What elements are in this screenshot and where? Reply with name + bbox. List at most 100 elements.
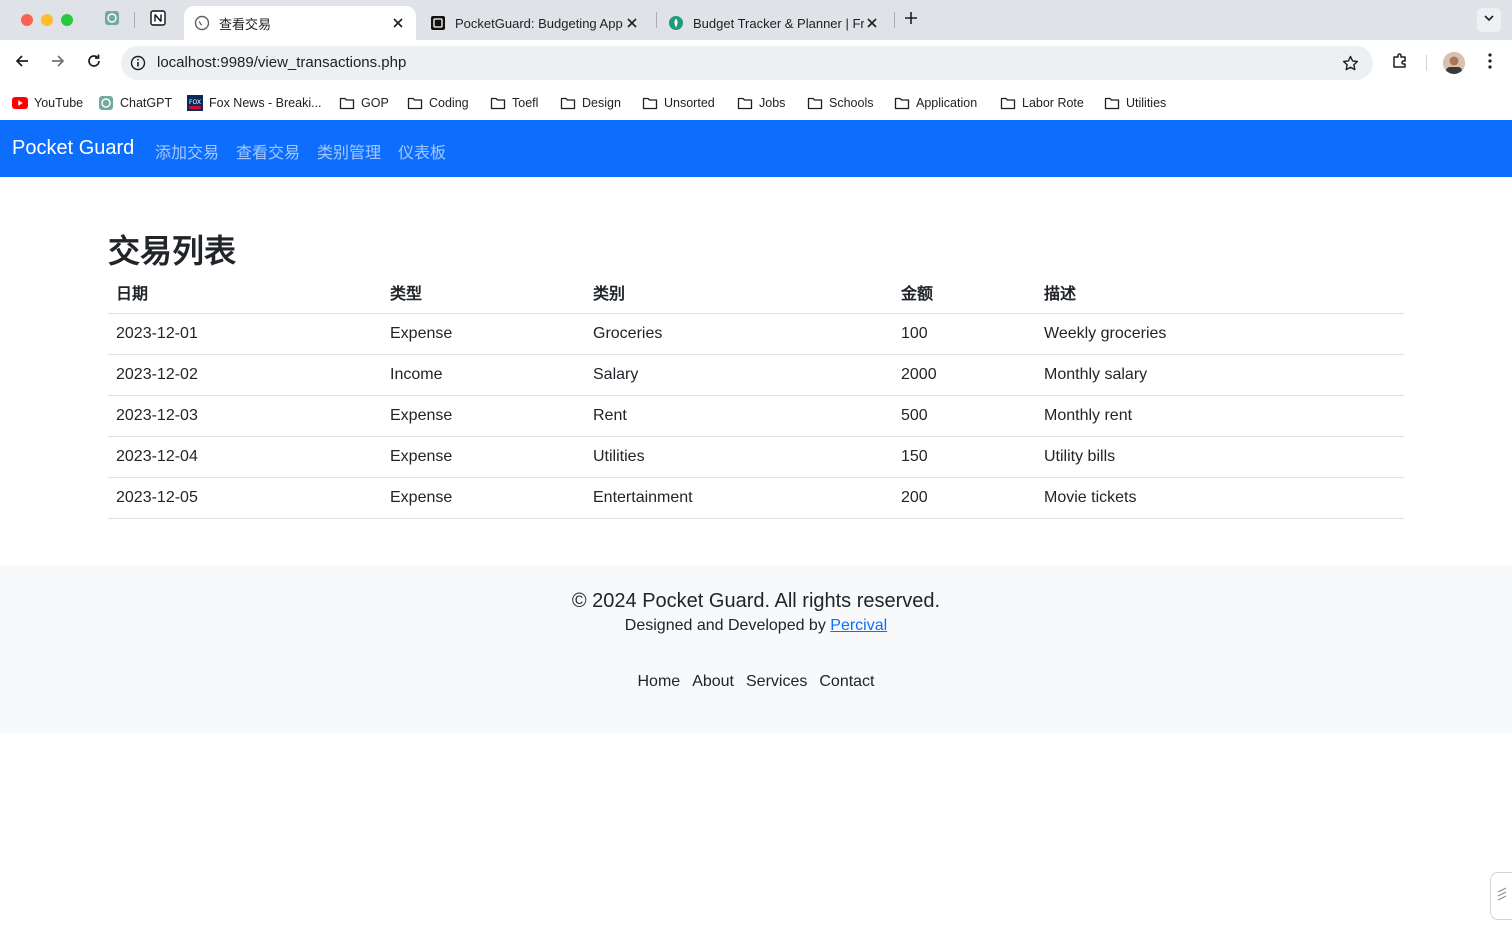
- site-footer: © 2024 Pocket Guard. All rights reserved…: [0, 565, 1512, 733]
- bookmark-label: Jobs: [759, 96, 786, 110]
- table-row: 2023-12-02 Income Salary 2000 Monthly sa…: [108, 354, 1404, 396]
- cell-date: 2023-12-01: [108, 313, 382, 355]
- bookmark-youtube[interactable]: YouTube: [12, 93, 83, 113]
- tab-separator: [656, 12, 657, 28]
- bookmark-folder-toefl[interactable]: Toefl: [490, 93, 538, 113]
- bookmark-label: Fox News - Breaki...: [209, 96, 322, 110]
- cell-type: Expense: [382, 313, 585, 355]
- bookmark-label: Schools: [829, 96, 874, 110]
- nav-link-dashboard[interactable]: 仪表板: [398, 139, 446, 163]
- column-header-amount: 金额: [893, 272, 1036, 314]
- browser-menu-button[interactable]: [1479, 52, 1501, 74]
- back-button[interactable]: [11, 52, 33, 74]
- bookmark-label: GOP: [361, 96, 389, 110]
- cell-description: Monthly rent: [1036, 395, 1404, 437]
- bookmarks-bar: YouTube ChatGPT FOX Fox News - Breaki...…: [0, 86, 1512, 120]
- tab-search-button[interactable]: [1477, 8, 1501, 32]
- footer-link-contact[interactable]: Contact: [819, 673, 874, 691]
- bookmark-fox-news[interactable]: FOX Fox News - Breaki...: [187, 93, 322, 113]
- close-tab-icon[interactable]: [864, 15, 880, 31]
- new-tab-button[interactable]: [902, 11, 920, 29]
- bookmark-folder-gop[interactable]: GOP: [339, 93, 389, 113]
- chatgpt-icon: [104, 10, 120, 31]
- cell-category: Entertainment: [585, 477, 893, 519]
- maximize-window-button[interactable]: [61, 14, 73, 26]
- footer-credit: Designed and Developed by Percival: [0, 617, 1512, 635]
- forward-button[interactable]: [47, 52, 69, 74]
- footer-link-services[interactable]: Services: [746, 673, 807, 691]
- table-row: 2023-12-04 Expense Utilities 150 Utility…: [108, 436, 1404, 478]
- arrow-left-icon: [14, 53, 30, 74]
- tab-budget-tracker[interactable]: Budget Tracker & Planner | Fr: [660, 6, 888, 40]
- cell-category: Utilities: [585, 436, 893, 478]
- bookmark-folder-application[interactable]: Application: [894, 93, 977, 113]
- budget-tracker-icon: [668, 15, 684, 31]
- tab-title: Budget Tracker & Planner | Fr: [693, 15, 864, 31]
- bookmark-label: Utilities: [1126, 96, 1167, 110]
- cell-date: 2023-12-05: [108, 477, 382, 519]
- cell-amount: 500: [893, 395, 1036, 437]
- minimize-window-button[interactable]: [41, 14, 53, 26]
- cell-type: Expense: [382, 436, 585, 478]
- side-panel-handle[interactable]: [1490, 872, 1512, 920]
- navbar-brand[interactable]: Pocket Guard: [12, 137, 134, 160]
- profile-avatar[interactable]: [1443, 52, 1465, 74]
- cell-date: 2023-12-04: [108, 436, 382, 478]
- tab-pocketguard[interactable]: PocketGuard: Budgeting App: [422, 6, 648, 40]
- extensions-button[interactable]: [1389, 52, 1411, 74]
- bookmark-folder-schools[interactable]: Schools: [807, 93, 873, 113]
- page-title: 交易列表: [108, 233, 237, 269]
- bookmark-folder-jobs[interactable]: Jobs: [737, 93, 785, 113]
- chevron-down-icon: [1483, 11, 1495, 29]
- table-row: 2023-12-03 Expense Rent 500 Monthly rent: [108, 395, 1404, 437]
- chatgpt-icon: [98, 95, 114, 111]
- bookmark-star-icon[interactable]: [1341, 54, 1359, 72]
- tab-separator: [894, 12, 895, 28]
- column-header-type: 类型: [382, 272, 585, 314]
- folder-icon: [737, 95, 753, 111]
- folder-icon: [807, 95, 823, 111]
- close-tab-icon[interactable]: [390, 15, 406, 31]
- nav-link-view-transactions[interactable]: 查看交易: [236, 139, 300, 163]
- address-bar[interactable]: localhost:9989/view_transactions.php: [121, 46, 1373, 80]
- folder-icon: [642, 95, 658, 111]
- bookmark-label: Application: [916, 96, 978, 110]
- tab-title: 查看交易: [219, 16, 272, 32]
- bookmark-folder-design[interactable]: Design: [560, 93, 621, 113]
- tab-view-transactions[interactable]: 查看交易: [184, 6, 416, 40]
- bookmark-folder-coding[interactable]: Coding: [407, 93, 469, 113]
- folder-icon: [894, 95, 910, 111]
- cell-amount: 200: [893, 477, 1036, 519]
- fox-news-icon: FOX: [187, 95, 203, 111]
- cell-description: Weekly groceries: [1036, 313, 1404, 355]
- browser-tab-strip: 查看交易 PocketGuard: Budgeting App Budget T…: [0, 0, 1512, 40]
- folder-icon: [560, 95, 576, 111]
- url-text[interactable]: localhost:9989/view_transactions.php: [157, 54, 406, 71]
- site-info-icon[interactable]: [129, 54, 147, 72]
- bookmark-label: YouTube: [34, 96, 84, 110]
- close-tab-icon[interactable]: [624, 15, 640, 31]
- navbar-links: 添加交易 查看交易 类别管理 仪表板: [155, 139, 446, 163]
- pocketguard-icon: [430, 15, 446, 31]
- reload-button[interactable]: [83, 52, 105, 74]
- cell-description: Utility bills: [1036, 436, 1404, 478]
- cell-amount: 100: [893, 313, 1036, 355]
- footer-link-about[interactable]: About: [692, 673, 734, 691]
- youtube-icon: [12, 95, 28, 111]
- cell-date: 2023-12-02: [108, 354, 382, 396]
- bookmark-folder-unsorted[interactable]: Unsorted: [642, 93, 715, 113]
- bookmark-chatgpt[interactable]: ChatGPT: [98, 93, 172, 113]
- nav-link-category-management[interactable]: 类别管理: [317, 139, 381, 163]
- pinned-tab-notion[interactable]: [149, 9, 167, 29]
- transactions-table: 日期 类型 类别 金额 描述 2023-12-01 Expense Grocer…: [108, 272, 1404, 519]
- close-window-button[interactable]: [21, 14, 33, 26]
- footer-copyright: © 2024 Pocket Guard. All rights reserved…: [571, 590, 941, 612]
- cell-type: Expense: [382, 477, 585, 519]
- bookmark-folder-labor-rote[interactable]: Labor Rote: [1000, 93, 1084, 113]
- puzzle-icon: [1391, 52, 1409, 75]
- bookmark-folder-utilities[interactable]: Utilities: [1104, 93, 1166, 113]
- nav-link-add-transaction[interactable]: 添加交易: [155, 139, 219, 163]
- footer-link-home[interactable]: Home: [638, 673, 681, 691]
- pinned-tab-chatgpt[interactable]: [103, 10, 121, 31]
- footer-author-link[interactable]: Percival: [830, 617, 887, 634]
